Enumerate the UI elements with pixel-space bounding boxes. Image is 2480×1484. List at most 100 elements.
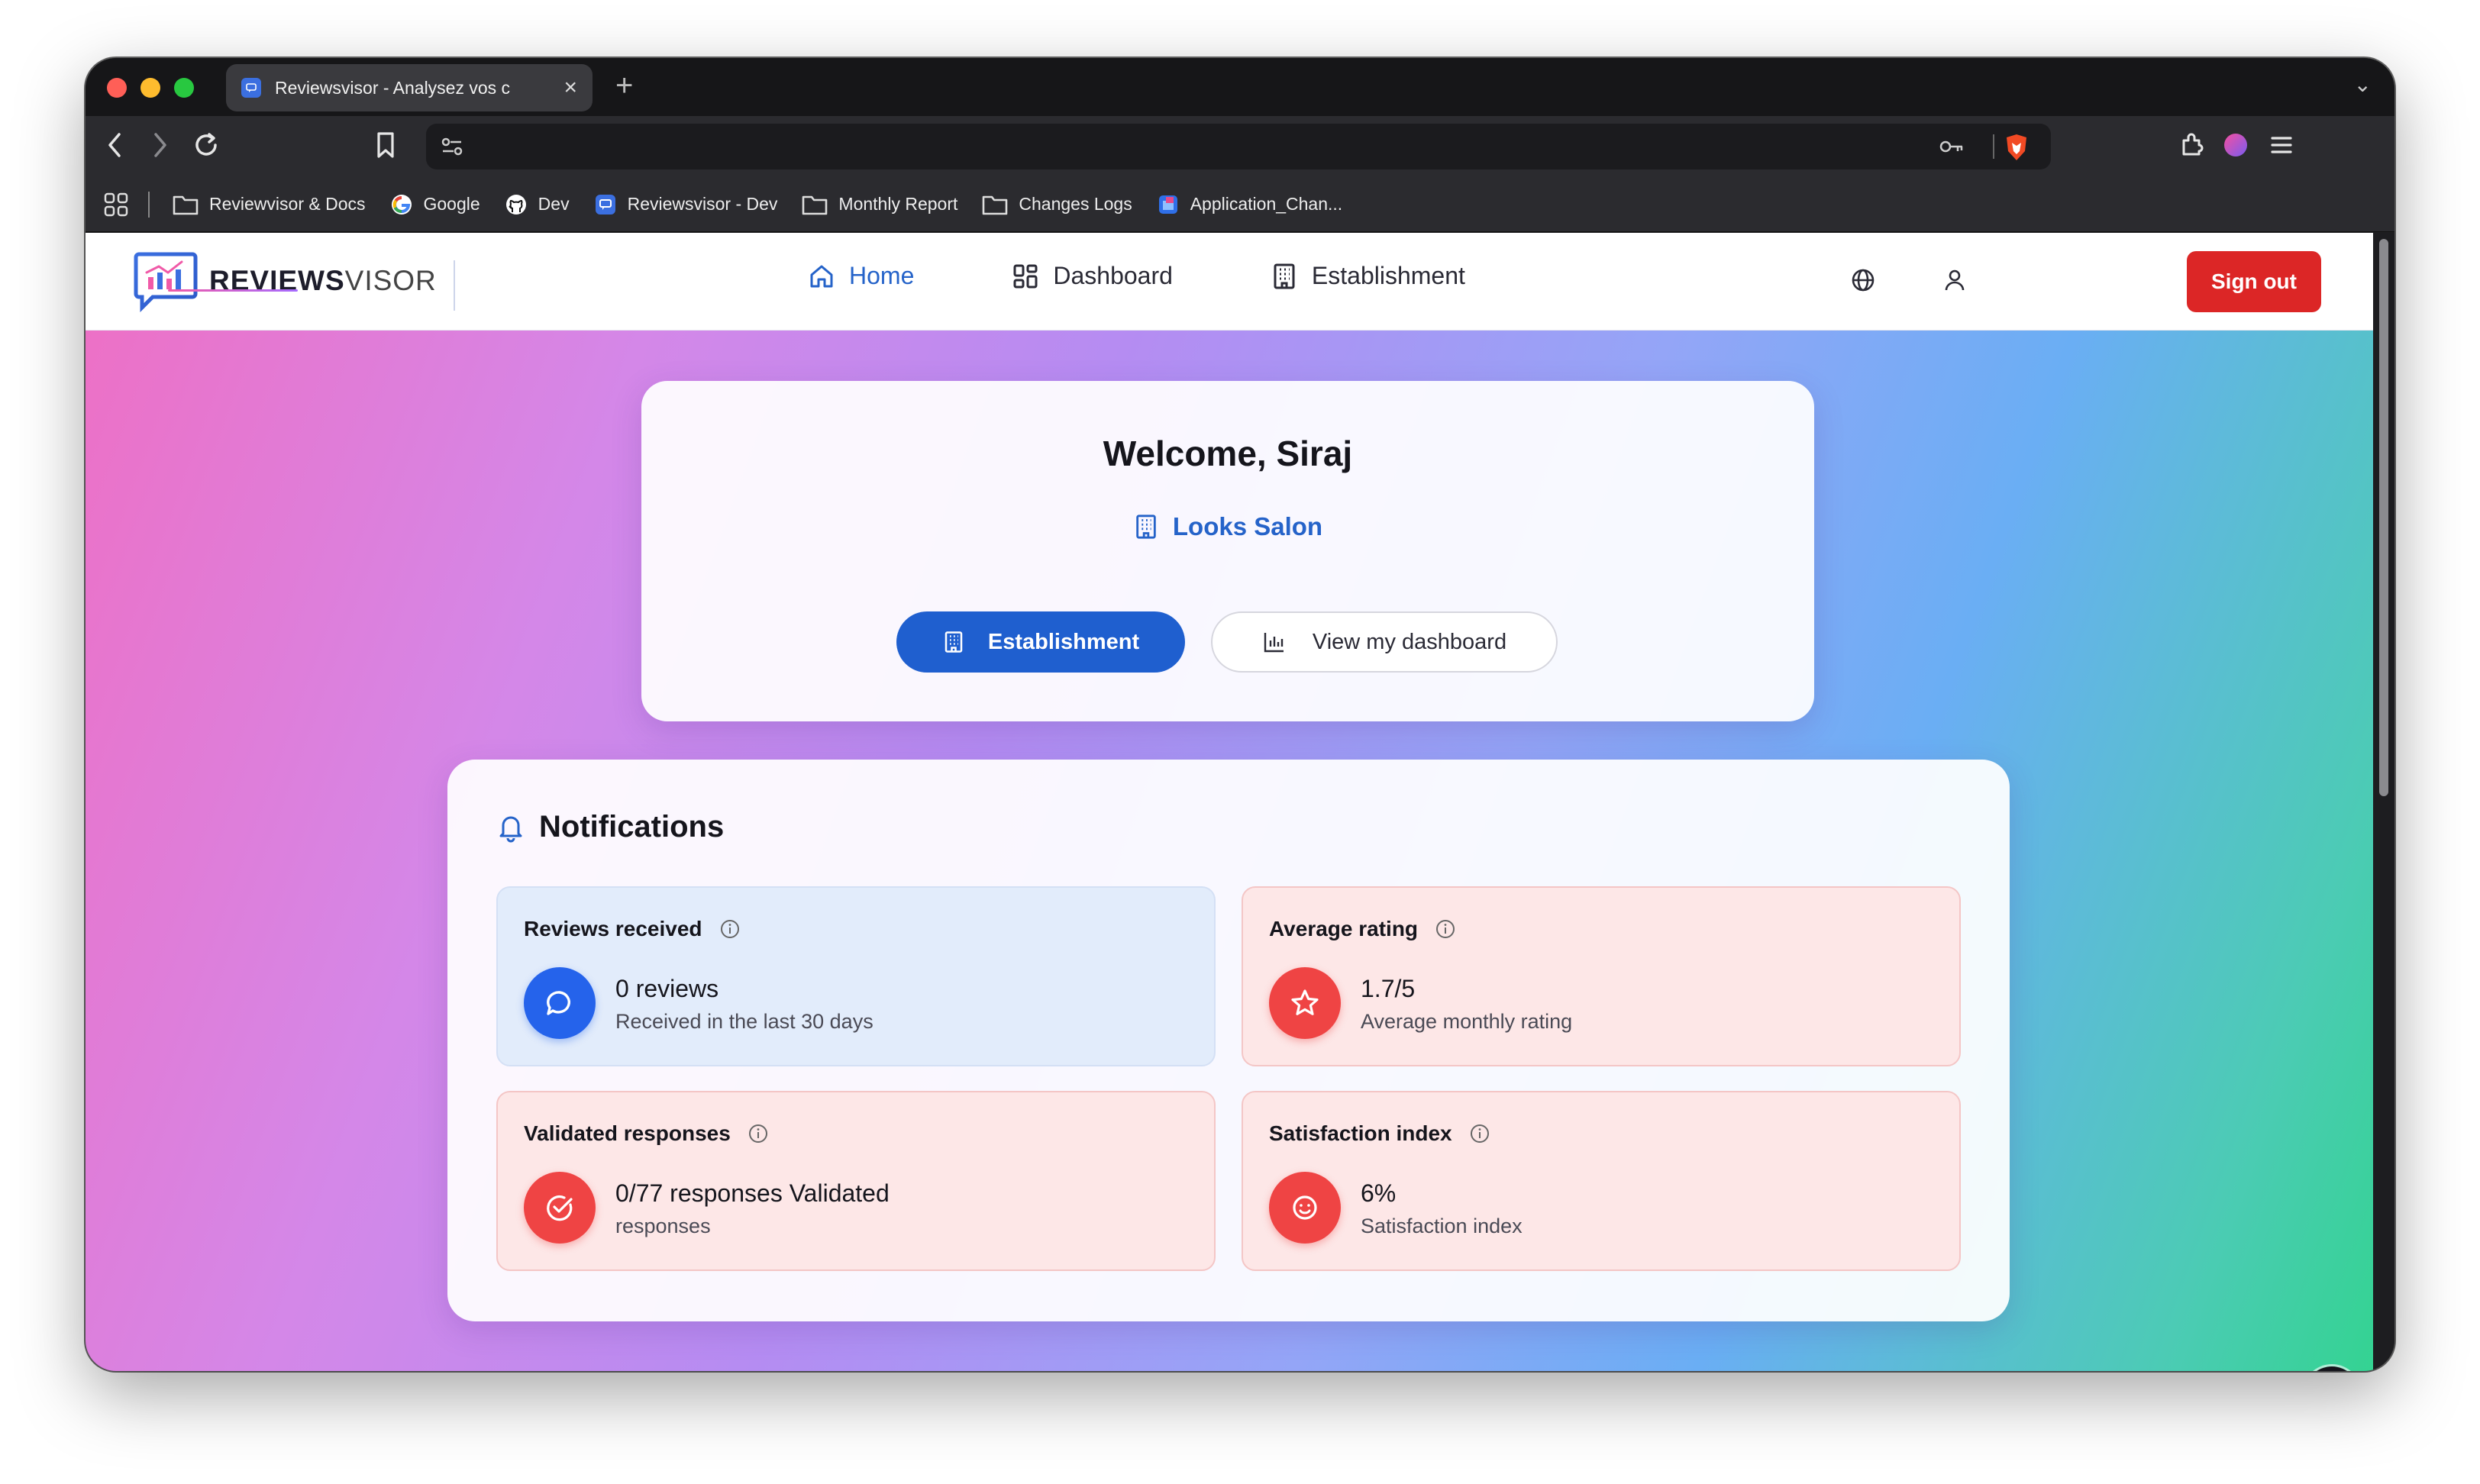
tile-value: 6% [1361, 1179, 1397, 1207]
tile-subtitle: Satisfaction index [1361, 1215, 1523, 1237]
notifications-title-label: Notifications [539, 810, 725, 844]
bookmark-icon[interactable] [374, 130, 397, 168]
google-icon [390, 193, 413, 216]
building-icon [1274, 263, 1295, 289]
tile-value: 0 reviews [615, 975, 719, 1002]
bookmark-label: Google [423, 194, 480, 214]
nav-establishment[interactable]: Establishment [1271, 262, 1465, 290]
logo-wordmark: REVIEWSVISOR [209, 265, 437, 296]
logo-underline [168, 289, 298, 292]
building-icon [945, 631, 963, 653]
bookmark-changes-logs[interactable]: Changes Logs [982, 194, 1132, 215]
close-window-button[interactable] [107, 78, 127, 98]
establishment-name[interactable]: Looks Salon [641, 512, 1814, 541]
reload-icon[interactable] [191, 130, 221, 168]
home-icon [810, 265, 833, 287]
page-content: REVIEWSVISOR Home Dashboard Establishmen… [86, 233, 2373, 1371]
floating-chat-button[interactable] [2304, 1366, 2359, 1371]
tile-validated-responses[interactable]: Validated responses 0/77 responses Valid… [496, 1091, 1216, 1271]
browser-tab-active[interactable]: Reviewsvisor - Analysez vos c × [226, 64, 593, 111]
brave-shield-icon[interactable] [2004, 133, 2030, 166]
info-icon[interactable] [1469, 1123, 1490, 1144]
nav-establishment-label: Establishment [1311, 262, 1465, 289]
view-dashboard-label: View my dashboard [1312, 629, 1507, 654]
close-tab-icon[interactable]: × [563, 75, 577, 101]
tile-subtitle: Average monthly rating [1361, 1010, 1573, 1033]
check-circle-icon [524, 1172, 596, 1244]
bookmark-label: Changes Logs [1019, 194, 1132, 214]
tile-title: Satisfaction index [1269, 1121, 1490, 1146]
profile-icon[interactable] [2220, 130, 2251, 168]
chevron-down-icon[interactable]: ⌄ [2354, 72, 2372, 97]
user-icon[interactable] [1941, 266, 1968, 298]
forward-icon[interactable] [150, 130, 171, 168]
tile-subtitle: Received in the last 30 days [615, 1010, 873, 1033]
tile-subtitle: responses [615, 1215, 711, 1237]
bookmark-application-changes[interactable]: Application_Chan... [1157, 193, 1342, 216]
extensions-icon[interactable] [2176, 130, 2207, 168]
bookmark-label: Reviewvisor & Docs [209, 194, 366, 214]
tile-average-rating[interactable]: Average rating 1.7/5 Average monthly rat… [1242, 886, 1961, 1066]
menu-icon[interactable] [2266, 130, 2297, 168]
chat-bubble-icon [524, 967, 596, 1039]
browser-toolbar [86, 116, 2394, 177]
bookmarks-bar: Reviewvisor & Docs Google Dev Reviewsvis… [86, 177, 2394, 232]
establishment-name-label: Looks Salon [1172, 512, 1323, 540]
nav-dashboard-label: Dashboard [1053, 262, 1173, 289]
view-dashboard-button[interactable]: View my dashboard [1211, 611, 1558, 673]
apps-grid-icon[interactable] [102, 191, 130, 218]
reviewsvisor-favicon [594, 193, 617, 216]
main-nav: Home Dashboard Establishment [808, 262, 1563, 290]
folder-icon [982, 194, 1008, 215]
establishment-button-label: Establishment [987, 629, 1140, 654]
address-bar[interactable] [426, 124, 2051, 169]
scrollbar-thumb[interactable] [2379, 239, 2388, 796]
bookmark-label: Dev [538, 194, 570, 214]
tile-title-label: Validated responses [524, 1121, 731, 1145]
tile-reviews-received[interactable]: Reviews received 0 reviews Received in t… [496, 886, 1216, 1066]
address-bar-divider [1993, 134, 1994, 159]
new-tab-icon[interactable]: + [615, 69, 633, 103]
bar-chart-icon [1264, 633, 1284, 653]
folder-icon [802, 194, 828, 215]
grid-icon [1013, 264, 1038, 288]
nav-dashboard[interactable]: Dashboard [1012, 262, 1173, 290]
logo-chat-chart-icon [134, 252, 198, 312]
notifications-title: Notifications [496, 810, 724, 844]
bell-icon [499, 816, 522, 842]
tile-title: Reviews received [524, 917, 741, 941]
tile-title: Validated responses [524, 1121, 769, 1146]
tile-satisfaction-index[interactable]: Satisfaction index 6% Satisfaction index [1242, 1091, 1961, 1271]
bookmark-label: Application_Chan... [1190, 194, 1343, 214]
globe-icon[interactable] [1849, 266, 1877, 298]
bookmark-label: Monthly Report [838, 194, 958, 214]
nav-home[interactable]: Home [808, 262, 914, 290]
bookmark-dev[interactable]: Dev [505, 193, 570, 216]
site-logo[interactable]: REVIEWSVISOR [133, 250, 437, 312]
nav-home-label: Home [849, 262, 915, 289]
key-icon[interactable] [1936, 131, 1967, 168]
building-icon [1136, 515, 1156, 539]
tile-title: Average rating [1269, 917, 1456, 941]
info-icon[interactable] [719, 918, 741, 940]
info-icon[interactable] [748, 1123, 769, 1144]
tile-title-label: Reviews received [524, 917, 702, 940]
bookmark-reviewvisor-docs[interactable]: Reviewvisor & Docs [173, 194, 366, 215]
tile-value: 1.7/5 [1361, 975, 1416, 1002]
establishment-button[interactable]: Establishment [896, 611, 1185, 673]
bookmarks-divider [148, 191, 150, 218]
tile-title-label: Satisfaction index [1269, 1121, 1452, 1145]
sign-out-button[interactable]: Sign out [2187, 251, 2321, 312]
welcome-card: Welcome, Siraj Looks Salon Establishment… [641, 381, 1814, 721]
bookmark-reviewsvisor-dev[interactable]: Reviewsvisor - Dev [594, 193, 777, 216]
back-icon[interactable] [104, 130, 125, 168]
bookmark-google[interactable]: Google [390, 193, 480, 216]
minimize-window-button[interactable] [140, 78, 160, 98]
info-icon[interactable] [1435, 918, 1456, 940]
bookmark-monthly-report[interactable]: Monthly Report [802, 194, 957, 215]
page-scrollbar[interactable] [2373, 233, 2394, 1371]
site-settings-icon[interactable] [438, 133, 466, 164]
maximize-window-button[interactable] [174, 78, 194, 98]
welcome-title: Welcome, Siraj [1103, 434, 1353, 473]
star-icon [1269, 967, 1341, 1039]
